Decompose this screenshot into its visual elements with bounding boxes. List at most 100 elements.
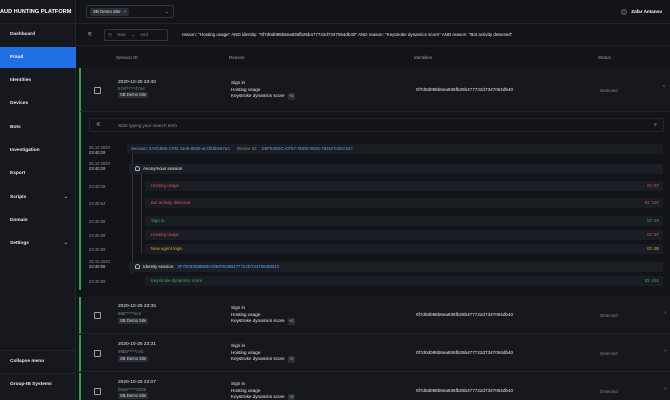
sidebar-item-fraud[interactable]: Fraud [0, 47, 76, 68]
event-row[interactable]: Hosting usage ID: 57 [145, 181, 663, 191]
column-header-identities[interactable]: Identities [414, 55, 432, 60]
event-id: ID: 57 [647, 232, 659, 237]
session-date: 2020-10-25 23:35 [118, 304, 156, 309]
clock-icon: ◷ [108, 32, 112, 37]
sidebar-item-export[interactable]: Export [0, 163, 76, 184]
event-row[interactable]: Bot activity detected ID: 137 [145, 198, 663, 208]
session-time-label: 23:40:29 [89, 150, 106, 155]
collapse-menu-label: Collapse menu [10, 359, 45, 364]
status-label: Detected [600, 389, 618, 394]
reason-list: Sign in Hosting usage Keystroke dynamics… [231, 80, 295, 100]
session-date: 2020-10-25 23:31 [118, 342, 156, 347]
anon-time-label: 23:40:29 [89, 166, 106, 171]
avatar [621, 8, 628, 15]
timeline-date: 25.10.2020 23:40:58 [89, 259, 110, 269]
date-range-picker[interactable]: ◷ start → end [104, 29, 168, 41]
site-badge: SB Demo Site [118, 356, 149, 362]
column-header-session[interactable]: Session ID [116, 55, 138, 60]
more-reasons-badge[interactable]: +2 [287, 394, 295, 400]
session-id-masked[interactable]: 965*****ee2 [118, 311, 141, 316]
identity-value[interactable]: 0f7d0d088b6ea936fb25b477722d7347064db40 [416, 312, 513, 317]
company-item[interactable]: Group-IB Systems [0, 373, 76, 394]
anonymous-session-group[interactable]: Anonymous session [129, 164, 663, 174]
event-row[interactable]: New agent login ID: 95 [145, 244, 663, 254]
session-id-masked[interactable]: 57ef*****47a4 [118, 86, 145, 91]
sidebar-item-identities[interactable]: Identities [0, 70, 76, 91]
more-reasons-badge[interactable]: +2 [287, 93, 295, 100]
site-chip[interactable]: SB Demo Site × [90, 8, 130, 16]
reason-item: Keystroke dynamics score [231, 356, 285, 361]
chevron-right-icon[interactable]: › [664, 310, 666, 316]
table-row[interactable]: 2020-10-25 23:35 965*****ee2 SB Demo Sit… [79, 297, 670, 334]
event-time: 23:40:54 [89, 201, 106, 206]
status-label: Detected [600, 351, 618, 356]
filter-icon[interactable]: ⚟ [96, 119, 101, 132]
event-row[interactable]: Hosting usage ID: 57 [145, 230, 663, 240]
query-input[interactable]: reason: "Hosting usage" AND identity: "0… [182, 29, 668, 41]
chevron-up-icon[interactable]: ⌃ [662, 85, 666, 91]
more-reasons-badge[interactable]: +2 [287, 356, 295, 363]
company-label: Group-IB Systems [10, 382, 52, 387]
row-checkbox[interactable] [94, 87, 101, 94]
site-badge: SB Demo Site [118, 92, 149, 98]
site-chip-label: SB Demo Site [93, 9, 121, 14]
site-badge: SB Demo Site [118, 393, 149, 399]
table-row[interactable]: 2020-10-25 23:07 b5a8*****902b SB Demo S… [79, 373, 670, 400]
sidebar-item-investigation[interactable]: Investigation [0, 140, 76, 161]
identity-value[interactable]: 0f7d0d088b6ea936fb25b477722d7347064db40 [416, 350, 513, 355]
sidebar-item-label: Bots [10, 125, 21, 130]
sidebar-item-dashboard[interactable]: Dashboard [0, 24, 76, 45]
chevron-right-icon[interactable]: › [664, 348, 666, 354]
anonymous-session-label: Anonymous session [143, 166, 183, 171]
user-name: Zafar Antanov [631, 9, 662, 14]
chevron-down-icon[interactable]: ⌄ [165, 6, 169, 18]
identity-session-group[interactable]: Identity session: 0F7D0D088B6EA936FB25B47… [129, 262, 663, 272]
date-end[interactable]: end [140, 32, 147, 37]
row-checkbox[interactable] [94, 312, 101, 319]
table-row[interactable]: 2020-10-25 23:31 99b8*****ceb SB Demo Si… [79, 335, 670, 372]
sidebar-item-label: Scripts [10, 195, 27, 200]
row-checkbox[interactable] [94, 388, 101, 395]
table-header: Session ID Reason Identities Status [76, 55, 670, 67]
session-date: 2020-10-25 23:07 [118, 380, 156, 385]
sidebar: AUD HUNTING PLATFORM Dashboard Fraud Ide… [0, 0, 76, 400]
detail-search-placeholder: Start typing your search term [118, 123, 177, 128]
sidebar-item-settings[interactable]: Settings ⌄ [0, 233, 76, 254]
sidebar-item-domain[interactable]: Domain [0, 210, 76, 231]
device-id-link[interactable]: D5FE4E5C-CF57-4DD6-9025-7641FC4EC547 [262, 146, 353, 151]
column-header-reason[interactable]: Reason [229, 55, 245, 60]
filter-icon[interactable]: ⚟ [84, 29, 96, 41]
close-icon[interactable]: × [124, 9, 127, 14]
search-icon[interactable]: ⌕ [654, 119, 657, 132]
site-select[interactable]: SB Demo Site × ⌄ [86, 5, 174, 18]
more-reasons-badge[interactable]: +2 [287, 318, 295, 325]
detail-search[interactable]: ⚟ Start typing your search term ⌕ [89, 118, 664, 132]
event-label: Hosting usage [151, 183, 180, 188]
event-label: Sign in [151, 218, 165, 223]
table-row[interactable]: 2020-10-25 23:40 57ef*****47a4 SB Demo S… [79, 68, 670, 112]
identity-value[interactable]: 0f7d0d088b6ea936fb25b477722d7347064db40 [416, 87, 513, 92]
date-start[interactable]: start [117, 32, 126, 37]
event-row[interactable]: Keystroke dynamics score ID: 151 [145, 276, 663, 286]
session-date: 2020-10-25 23:40 [118, 80, 156, 85]
identity-value[interactable]: 0f7d0d088b6ea936fb25b477722d7347064db40 [416, 388, 513, 393]
event-time: 23:40:58 [89, 219, 106, 224]
row-checkbox[interactable] [94, 350, 101, 357]
sidebar-item-bots[interactable]: Bots [0, 117, 76, 138]
session-id-masked[interactable]: 99b8*****ceb [118, 349, 143, 354]
reason-list: Sign in Hosting usage Keystroke dynamics… [231, 305, 295, 325]
sidebar-item-scripts[interactable]: Scripts ⌄ [0, 187, 76, 208]
user-menu[interactable]: Zafar Antanov [621, 6, 662, 18]
column-header-status[interactable]: Status [598, 55, 611, 60]
sidebar-item-label: Domain [10, 218, 28, 223]
identity-session-id[interactable]: 0F7D0D088B6EA936FB25B477722D7347064DB40 [177, 264, 279, 269]
chevron-down-icon: ⌄ [63, 240, 68, 246]
session-id-link[interactable]: Session: 57efc566-1702-11eb-85b9-ac1f6bb… [131, 146, 230, 151]
chevron-right-icon[interactable]: › [664, 386, 666, 392]
sidebar-item-devices[interactable]: Devices [0, 93, 76, 114]
collapse-menu-button[interactable]: Collapse menu [0, 350, 76, 371]
session-id-masked[interactable]: b5a8*****902b [118, 387, 146, 392]
status-label: Detected [600, 313, 618, 318]
event-row[interactable]: Sign in ID: 46 [145, 216, 663, 226]
chevron-down-icon: ⌄ [63, 194, 68, 200]
